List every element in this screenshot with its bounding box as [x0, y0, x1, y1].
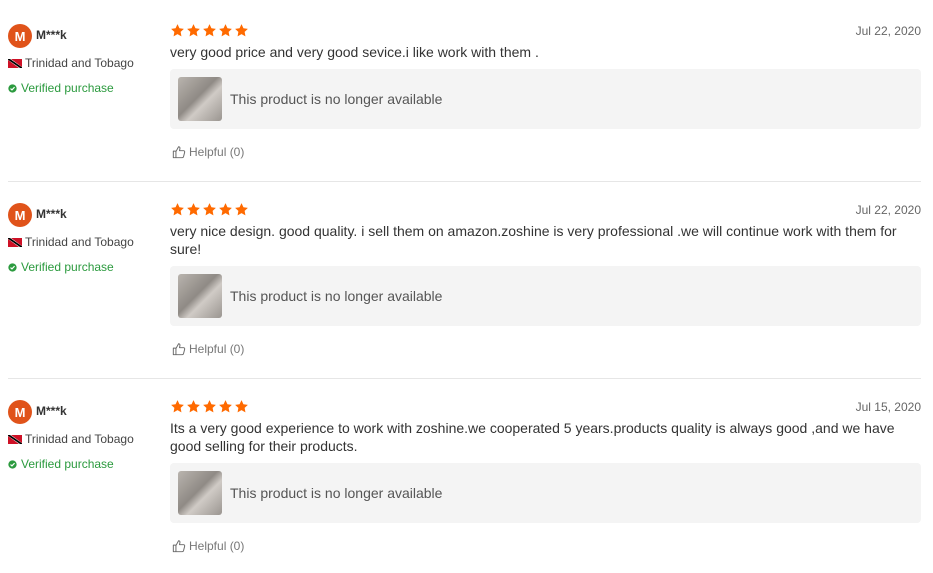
verified-purchase: Verified purchase [8, 260, 114, 274]
thumbs-up-icon [172, 540, 186, 553]
product-thumbnail [178, 471, 222, 515]
avatar: M [8, 24, 32, 48]
review-card: M M***k Trinidad and Tobago Verified pur… [0, 0, 933, 197]
reviewer-country: Trinidad and Tobago [8, 56, 134, 70]
country-label: Trinidad and Tobago [25, 235, 134, 249]
review-date: Jul 22, 2020 [855, 203, 921, 217]
reviewer-name: M***k [36, 28, 67, 42]
star-icon [187, 400, 200, 413]
verified-label: Verified purchase [21, 81, 114, 95]
reviewer-country: Trinidad and Tobago [8, 235, 134, 249]
review-date: Jul 22, 2020 [855, 24, 921, 38]
star-icon [171, 203, 184, 216]
star-icon [187, 24, 200, 37]
star-icon [235, 203, 248, 216]
verified-badge-icon [8, 83, 17, 93]
helpful-label: Helpful (0) [189, 145, 245, 159]
star-icon [235, 24, 248, 37]
trinidad-and-tobago-flag-icon [8, 58, 22, 68]
review-text: very good price and very good sevice.i l… [170, 44, 539, 60]
helpful-label: Helpful (0) [189, 539, 245, 553]
trinidad-and-tobago-flag-icon [8, 434, 22, 444]
reviewer-country: Trinidad and Tobago [8, 432, 134, 446]
reviewer-name: M***k [36, 404, 67, 418]
avatar: M [8, 203, 32, 227]
star-icon [203, 24, 216, 37]
country-label: Trinidad and Tobago [25, 56, 134, 70]
trinidad-and-tobago-flag-icon [8, 237, 22, 247]
product-card[interactable]: This product is no longer available [170, 266, 921, 326]
product-card[interactable]: This product is no longer available [170, 463, 921, 523]
review-text: very nice design. good quality. i sell t… [170, 223, 897, 257]
helpful-button[interactable]: Helpful (0) [172, 145, 244, 159]
product-thumbnail [178, 274, 222, 318]
star-icon [171, 400, 184, 413]
verified-purchase: Verified purchase [8, 457, 114, 471]
product-thumbnail [178, 77, 222, 121]
star-icon [203, 400, 216, 413]
verified-badge-icon [8, 262, 17, 272]
country-label: Trinidad and Tobago [25, 432, 134, 446]
review-text: Its a very good experience to work with … [170, 420, 895, 454]
star-icon [219, 203, 232, 216]
star-rating [170, 399, 249, 414]
star-icon [235, 400, 248, 413]
product-unavailable-label: This product is no longer available [230, 485, 443, 501]
star-icon [219, 24, 232, 37]
thumbs-up-icon [172, 343, 186, 356]
star-icon [187, 203, 200, 216]
helpful-label: Helpful (0) [189, 342, 245, 356]
helpful-button[interactable]: Helpful (0) [172, 342, 244, 356]
helpful-button[interactable]: Helpful (0) [172, 539, 244, 553]
star-icon [219, 400, 232, 413]
verified-badge-icon [8, 459, 17, 469]
verified-label: Verified purchase [21, 260, 114, 274]
star-rating [170, 23, 249, 38]
star-rating [170, 202, 249, 217]
review-card: M M***k Trinidad and Tobago Verified pur… [0, 376, 933, 573]
verified-label: Verified purchase [21, 457, 114, 471]
avatar: M [8, 400, 32, 424]
product-card[interactable]: This product is no longer available [170, 69, 921, 129]
thumbs-up-icon [172, 146, 186, 159]
verified-purchase: Verified purchase [8, 81, 114, 95]
star-icon [203, 203, 216, 216]
review-date: Jul 15, 2020 [855, 400, 921, 414]
product-unavailable-label: This product is no longer available [230, 91, 443, 107]
review-card: M M***k Trinidad and Tobago Verified pur… [0, 179, 933, 376]
reviewer-name: M***k [36, 207, 67, 221]
product-unavailable-label: This product is no longer available [230, 288, 443, 304]
star-icon [171, 24, 184, 37]
